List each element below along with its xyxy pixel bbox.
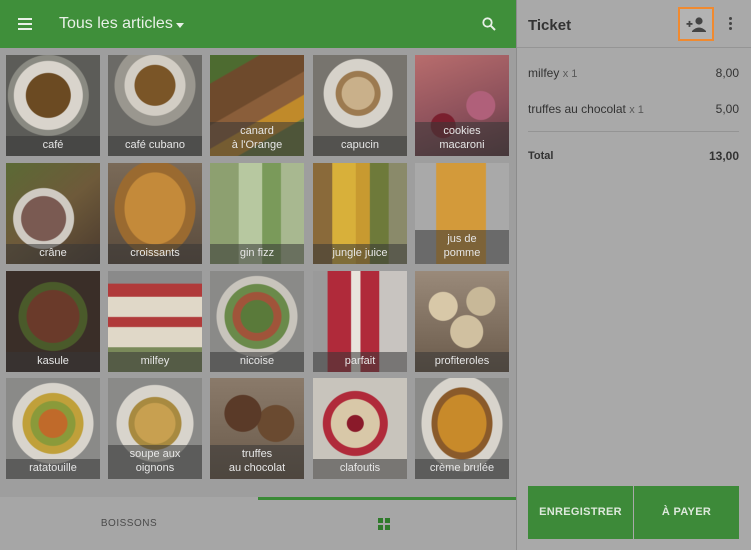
tab-all-items-grid[interactable] (258, 497, 516, 550)
item-label: croissants (108, 244, 202, 264)
save-ticket-button[interactable]: ENREGISTRER (528, 486, 633, 539)
item-tile[interactable]: crâne (6, 163, 100, 264)
item-label: jungle juice (313, 244, 407, 264)
item-tile[interactable]: jungle juice (313, 163, 407, 264)
item-label: soupe aux oignons (108, 445, 202, 479)
divider (528, 131, 739, 132)
total-amount: 13,00 (708, 149, 739, 163)
item-label: ratatouille (6, 459, 100, 479)
top-app-bar: Tous les articles (0, 0, 516, 48)
item-tile[interactable]: soupe aux oignons (108, 378, 202, 479)
ticket-total: Total 13,00 (528, 149, 739, 163)
item-tile[interactable]: ratatouille (6, 378, 100, 479)
item-tile[interactable]: truffes au chocolat (210, 378, 304, 479)
item-tile[interactable]: clafoutis (313, 378, 407, 479)
charge-button[interactable]: À PAYER (634, 486, 739, 539)
grid-icon (378, 518, 390, 530)
item-label: truffes au chocolat (210, 445, 304, 479)
more-options-icon[interactable] (727, 17, 733, 33)
item-label: crâne (6, 244, 100, 264)
item-tile[interactable]: milfey (108, 271, 202, 372)
hamburger-menu-icon[interactable] (18, 18, 32, 30)
ticket-actions: ENREGISTRER À PAYER (528, 486, 739, 539)
item-label: clafoutis (313, 459, 407, 479)
item-label: kasule (6, 352, 100, 372)
item-label: canard à l'Orange (210, 122, 304, 156)
item-label: café (6, 136, 100, 156)
total-label: Total (528, 150, 554, 162)
add-person-icon (686, 17, 706, 32)
ticket-line[interactable]: milfey x 1 8,00 (528, 66, 739, 80)
item-tile[interactable]: canard à l'Orange (210, 55, 304, 156)
category-selector[interactable]: Tous les articles (59, 15, 173, 33)
bottom-tab-bar: BOISSONS (0, 497, 516, 550)
ticket-line-name: truffes au chocolat (528, 102, 626, 116)
ticket-line-name: milfey (528, 66, 560, 80)
ticket-line-amount: 8,00 (715, 66, 739, 80)
item-label: cookies macaroni (415, 122, 509, 156)
item-label: milfey (108, 352, 202, 372)
item-tile[interactable]: cookies macaroni (415, 55, 509, 156)
item-tile[interactable]: parfait (313, 271, 407, 372)
ticket-pane: Ticket milfey x 1 8,00 truffes au chocol… (517, 0, 751, 550)
ticket-line-amount: 5,00 (715, 102, 739, 116)
item-tile[interactable]: café cubano (108, 55, 202, 156)
item-tile[interactable]: jus de pomme (415, 163, 509, 264)
item-tile[interactable]: crème brulée (415, 378, 509, 479)
item-tile[interactable]: profiteroles (415, 271, 509, 372)
items-grid: café café cubano canard à l'Orange capuci… (6, 55, 511, 487)
item-label: café cubano (108, 136, 202, 156)
ticket-header: Ticket (517, 0, 751, 48)
item-label: profiteroles (415, 352, 509, 372)
item-tile[interactable]: nicoise (210, 271, 304, 372)
items-pane: Tous les articles café café cubano canar… (0, 0, 516, 550)
item-tile[interactable]: kasule (6, 271, 100, 372)
item-label: parfait (313, 352, 407, 372)
ticket-title: Ticket (528, 17, 572, 34)
item-label: jus de pomme (415, 230, 509, 264)
item-label: capucin (313, 136, 407, 156)
item-label: gin fizz (210, 244, 304, 264)
ticket-line-qty: x 1 (629, 104, 644, 116)
add-customer-button[interactable] (678, 7, 714, 41)
item-tile[interactable]: capucin (313, 55, 407, 156)
tab-drinks-label: BOISSONS (100, 518, 158, 529)
dropdown-caret-icon[interactable] (176, 23, 184, 28)
ticket-line[interactable]: truffes au chocolat x 1 5,00 (528, 102, 739, 116)
item-label: nicoise (210, 352, 304, 372)
item-tile[interactable]: café (6, 55, 100, 156)
search-icon[interactable] (482, 17, 496, 31)
tab-drinks[interactable]: BOISSONS (0, 497, 258, 550)
item-label: crème brulée (415, 459, 509, 479)
item-tile[interactable]: gin fizz (210, 163, 304, 264)
item-tile[interactable]: croissants (108, 163, 202, 264)
ticket-line-qty: x 1 (562, 68, 578, 80)
